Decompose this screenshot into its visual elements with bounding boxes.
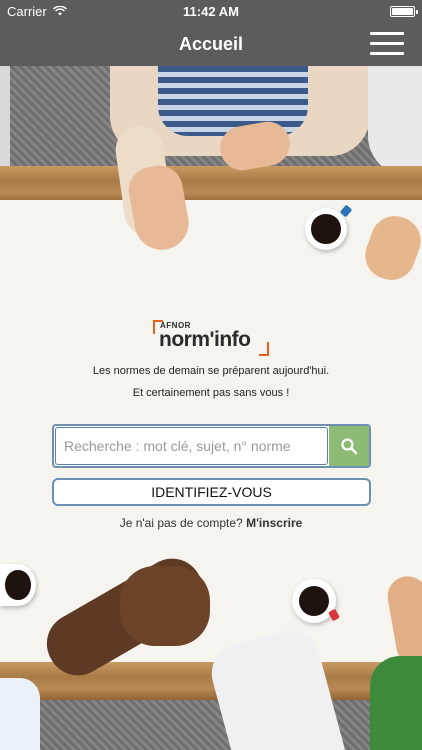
clasped-hands (120, 566, 210, 646)
signup-line: Je n'ai pas de compte? M'inscrire (0, 516, 422, 530)
logo-bracket (259, 342, 269, 356)
normino-logo: AFNOR norm'info (153, 320, 269, 356)
page-title: Accueil (178, 33, 244, 54)
tagline-line-1: Les normes de demain se préparent aujour… (92, 365, 330, 377)
search-input[interactable] (55, 427, 328, 465)
search-button[interactable] (329, 426, 369, 466)
search-icon (341, 438, 358, 455)
logo-product: norm'info (159, 328, 251, 351)
person-right-arm (368, 66, 422, 176)
login-button[interactable]: IDENTIFIEZ-VOUS (52, 478, 371, 506)
table-edge-top (0, 166, 422, 204)
signup-prompt: Je n'ai pas de compte? (119, 516, 243, 530)
signup-link[interactable]: M'inscrire (246, 516, 302, 530)
coffee-cup-icon (0, 564, 36, 606)
chair-leg (0, 66, 10, 176)
hamburger-menu-icon[interactable] (370, 32, 404, 56)
battery-icon (390, 5, 418, 17)
person-top-shirt (158, 66, 308, 136)
tagline-line-2: Et certainement pas sans vous ! (132, 387, 290, 399)
person-green-sleeve (370, 656, 422, 750)
search-bar (52, 424, 371, 468)
nav-bar: Accueil (0, 22, 422, 66)
wifi-icon (52, 6, 67, 16)
coffee-cup-icon (305, 208, 347, 250)
carrier-label: Carrier (7, 3, 47, 19)
person-left-sleeve (0, 678, 40, 750)
background-scene: AFNOR norm'info Les normes de demain se … (0, 66, 422, 750)
status-bar: Carrier 11:42 AM (0, 0, 422, 22)
